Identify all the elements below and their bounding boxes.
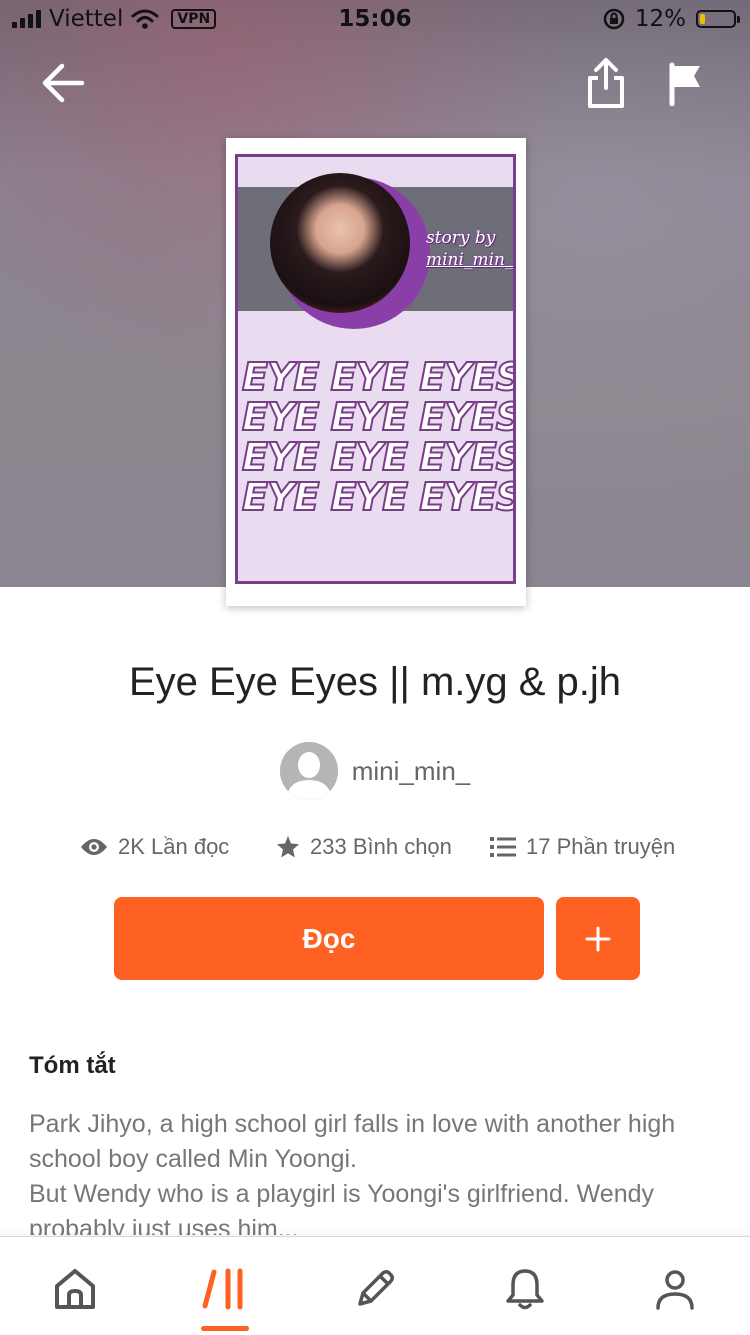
star-icon [277,836,299,858]
list-icon [490,837,516,857]
nav-library[interactable] [195,1259,255,1319]
library-icon [202,1268,243,1310]
arrow-left-icon [42,63,85,103]
votes-stat: 233 Bình chọn [276,834,452,860]
story-title: Eye Eye Eyes || m.yg & p.jh [128,660,622,704]
cover-byline: story by mini_min_ [426,228,514,270]
parts-stat: 17 Phần truyện [490,834,675,860]
nav-home[interactable] [45,1259,105,1319]
add-to-library-button[interactable] [556,897,640,980]
share-button[interactable] [584,56,628,114]
cover-portrait [270,173,410,313]
cover-title-line: EYE EYE EYES [241,355,516,399]
back-button[interactable] [40,60,86,110]
default-avatar-icon [279,742,338,800]
cover-title-art: EYE EYE EYES EYE EYE EYES EYE EYE EYES E… [241,355,516,519]
avatar [279,742,338,800]
nav-write[interactable] [345,1259,405,1319]
parts-count: 17 Phần truyện [526,834,676,859]
summary-paragraph: Park Jihyo, a high school girl falls in … [29,1110,676,1173]
write-icon [358,1269,395,1306]
notifications-icon [506,1269,544,1310]
story-stats: 2K Lần đọc 233 Bình chọn 17 Phần truyện [80,834,700,868]
status-right: 12% [603,6,740,32]
bottom-nav [0,1236,750,1335]
author-link[interactable]: mini_min_ [0,742,750,800]
active-tab-indicator [201,1326,249,1331]
read-button[interactable]: Đọc [114,897,544,980]
cover-title-line: EYE EYE EYES [241,395,516,439]
author-name: mini_min_ [351,755,471,786]
battery-icon [696,10,740,28]
book-cover: story by mini_min_ EYE EYE EYES EYE EYE … [226,138,526,606]
status-bar: Viettel VPN 15:06 12% [0,0,750,40]
profile-icon [656,1270,694,1310]
summary-paragraph: But Wendy who is a playgirl is Yoongi's … [29,1180,655,1235]
rotation-lock-icon [603,8,625,30]
nav-profile[interactable] [645,1259,705,1319]
cover-art: story by mini_min_ EYE EYE EYES EYE EYE … [235,154,516,584]
battery-percent: 12% [634,6,686,32]
votes-count: 233 Bình chọn [310,834,452,859]
eye-icon [81,839,107,855]
nav-notifications[interactable] [495,1259,555,1319]
reads-count: 2K Lần đọc [118,834,230,859]
reads-stat: 2K Lần đọc [80,834,229,860]
plus-icon [585,926,611,951]
summary-text: Park Jihyo, a high school girl falls in … [29,1107,729,1235]
cover-title-line: EYE EYE EYES [241,435,516,479]
report-button[interactable] [668,62,704,110]
summary-heading: Tóm tắt [29,1052,116,1079]
cover-title-line: EYE EYE EYES [241,475,516,519]
home-icon [55,1269,95,1309]
share-icon [588,58,624,108]
flag-icon [669,62,700,107]
